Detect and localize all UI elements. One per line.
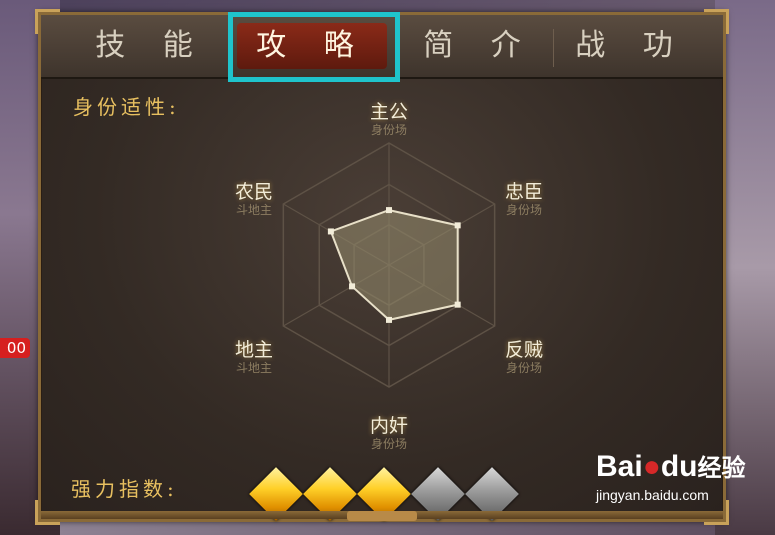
watermark-url: jingyan.baidu.com xyxy=(596,487,709,503)
role-mode: 身份场 xyxy=(370,123,407,137)
power-index-label: 强力指数: xyxy=(71,477,178,501)
general-info-panel: 技 能 攻 略 简 介 战 功 身份适性: 主公 身份场 忠臣 身份场 反贼 身… xyxy=(35,9,729,525)
role-mode: 身份场 xyxy=(370,437,407,451)
radar-point xyxy=(454,301,461,308)
guide-tab-highlight xyxy=(228,12,400,82)
role-mode: 身份场 xyxy=(505,361,542,375)
role-rebel: 反贼 身份场 xyxy=(489,331,559,375)
radar-value-shape xyxy=(329,209,459,321)
role-mode: 斗地主 xyxy=(235,203,272,217)
role-name: 忠臣 xyxy=(504,181,543,203)
role-name: 农民 xyxy=(234,181,273,203)
radar-point xyxy=(349,283,356,290)
role-name: 主公 xyxy=(369,101,408,123)
role-traitor: 内奸 身份场 xyxy=(354,407,424,451)
side-badge: 00 xyxy=(0,338,30,358)
paw-icon: ● xyxy=(642,450,661,483)
role-loyalist: 忠臣 身份场 xyxy=(489,173,559,217)
role-name: 反贼 xyxy=(504,339,543,361)
role-name: 内奸 xyxy=(369,415,408,437)
role-landlord: 地主 斗地主 xyxy=(219,331,289,375)
watermark: Bai●du经验 jingyan.baidu.com xyxy=(596,450,766,504)
panel-scroll-handle[interactable] xyxy=(347,511,417,521)
radar-point xyxy=(386,207,392,214)
radar-point xyxy=(327,228,334,235)
watermark-brand: Bai●du经验 xyxy=(596,450,746,483)
role-mode: 身份场 xyxy=(505,203,542,217)
role-mode: 斗地主 xyxy=(235,361,272,375)
role-name: 地主 xyxy=(234,339,273,361)
radar-point xyxy=(454,222,461,229)
role-peasant: 农民 斗地主 xyxy=(219,173,289,217)
role-lord: 主公 身份场 xyxy=(354,93,424,137)
radar-point xyxy=(386,316,392,323)
